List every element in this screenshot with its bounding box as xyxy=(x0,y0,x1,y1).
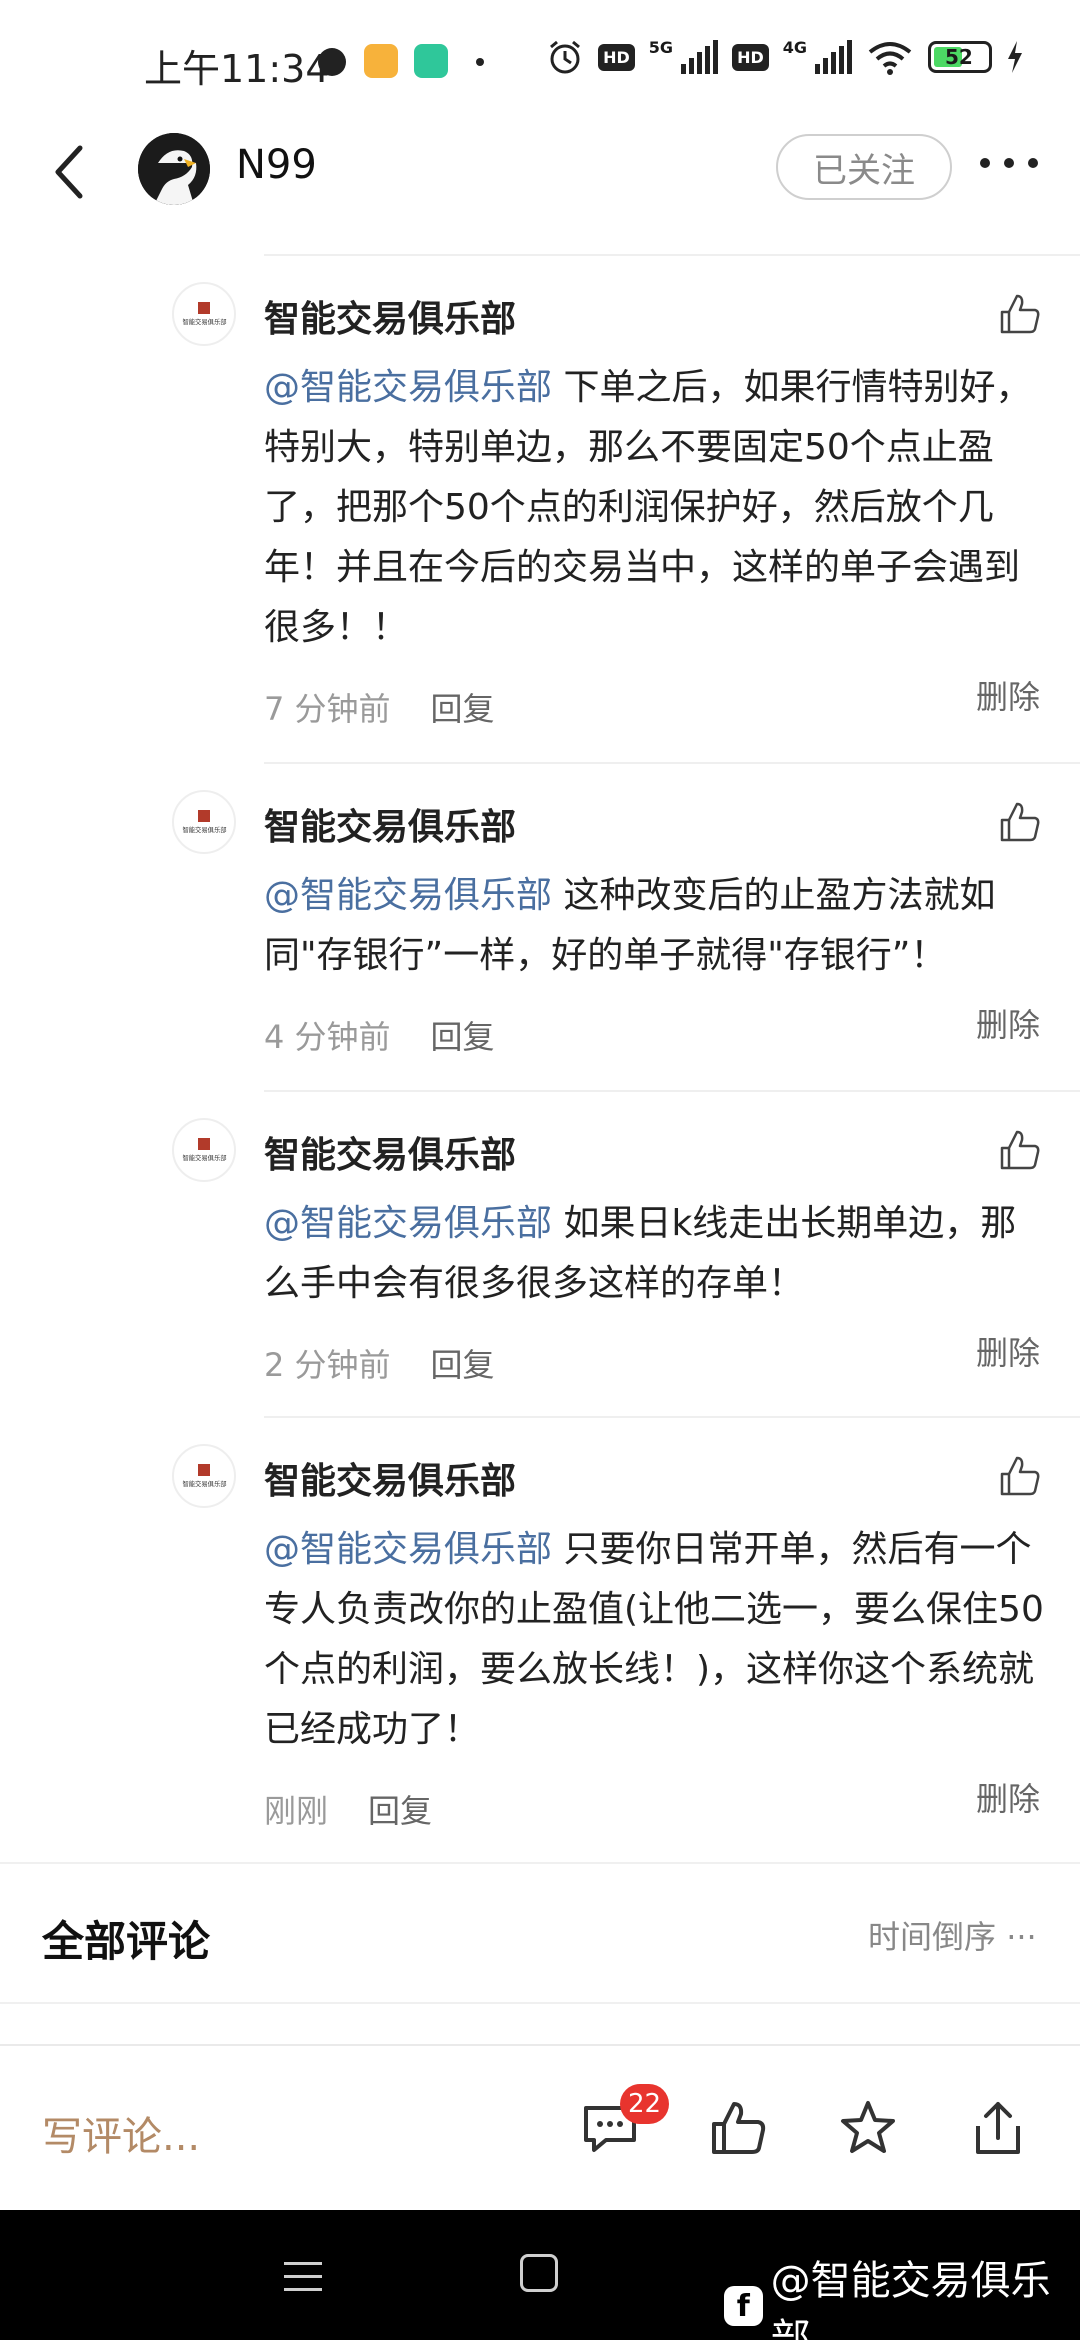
more-options-icon[interactable] xyxy=(980,158,1038,168)
delete-button[interactable]: 删除 xyxy=(976,1000,1040,1046)
reply-text: @智能交易俱乐部 如果日k线走出长期单边，那么手中会有很多很多这样的存单！ xyxy=(264,1194,1044,1314)
reply-time: 刚刚 xyxy=(264,1792,329,1830)
reply-meta: 7 分钟前 回复 xyxy=(264,684,495,730)
reply-button[interactable]: 回复 xyxy=(368,1786,432,1832)
system-nav-bar: f @智能交易俱乐部 xyxy=(0,2210,1080,2340)
avatar[interactable]: 智能交易俱乐部 xyxy=(172,1118,236,1182)
status-indicators: HD 5G HD 4G 52 xyxy=(546,38,1024,76)
star-icon[interactable] xyxy=(838,2098,898,2158)
status-bar: 上午11:34 HD 5G HD 4G 52 xyxy=(0,0,1080,128)
reply-button[interactable]: 回复 xyxy=(431,1012,495,1058)
avatar[interactable]: 智能交易俱乐部 xyxy=(172,1444,236,1508)
all-comments-title: 全部评论 xyxy=(42,1917,211,1966)
divider xyxy=(264,254,1080,256)
mention-link[interactable]: @智能交易俱乐部 xyxy=(264,367,552,408)
status-time: 上午11:34 xyxy=(144,47,330,91)
reply-content: 下单之后，如果行情特别好，特别大，特别单边，那么不要固定50个点止盈了，把那个5… xyxy=(264,367,1032,648)
delete-button[interactable]: 删除 xyxy=(976,672,1040,718)
battery-level: 52 xyxy=(945,45,973,69)
thumbs-up-icon[interactable] xyxy=(708,2098,768,2158)
sort-label: 时间倒序 xyxy=(868,1918,997,1956)
alarm-icon xyxy=(550,40,581,74)
reply-author[interactable]: 智能交易俱乐部 xyxy=(264,798,516,850)
dot-icon xyxy=(476,58,484,66)
avatar[interactable] xyxy=(138,133,210,205)
security-app-icon xyxy=(414,44,448,78)
hd-badge: HD xyxy=(598,43,635,71)
thumbs-up-icon[interactable] xyxy=(998,292,1042,336)
watermark: f @智能交易俱乐部 xyxy=(724,2248,1080,2340)
comment-count-badge: 22 xyxy=(620,2084,670,2124)
clock-app-icon xyxy=(318,48,346,76)
thumbs-up-icon[interactable] xyxy=(998,1454,1042,1498)
section-divider xyxy=(0,1862,1080,1864)
signal-icon xyxy=(815,40,852,74)
avatar[interactable]: 智能交易俱乐部 xyxy=(172,790,236,854)
network-label: 5G xyxy=(648,38,674,57)
hd-badge: HD xyxy=(732,43,769,71)
reply-time: 7 分钟前 xyxy=(264,690,391,728)
watermark-logo-icon: f xyxy=(724,2286,763,2326)
reply-time: 4 分钟前 xyxy=(264,1018,391,1056)
sort-order-button[interactable]: 时间倒序 ··· xyxy=(868,1912,1037,1958)
reply-meta: 刚刚 回复 xyxy=(264,1786,432,1832)
watermark-text: @智能交易俱乐部 xyxy=(770,2258,1051,2340)
reply-meta: 4 分钟前 回复 xyxy=(264,1012,495,1058)
section-divider xyxy=(0,2002,1080,2004)
bottom-action-bar: 写评论... 22 xyxy=(0,2044,1080,2210)
divider xyxy=(264,1416,1080,1418)
thumbs-up-icon[interactable] xyxy=(998,1128,1042,1172)
write-comment-input[interactable]: 写评论... xyxy=(42,2104,200,2162)
charging-icon xyxy=(1008,41,1022,73)
delete-button[interactable]: 删除 xyxy=(976,1774,1040,1820)
home-icon[interactable] xyxy=(520,2254,558,2292)
mention-link[interactable]: @智能交易俱乐部 xyxy=(264,875,552,916)
reply-time: 2 分钟前 xyxy=(264,1346,391,1384)
network-label: 4G xyxy=(782,38,807,57)
share-icon[interactable] xyxy=(968,2098,1028,2158)
reply-author[interactable]: 智能交易俱乐部 xyxy=(264,1452,516,1504)
divider xyxy=(264,1090,1080,1092)
reply-meta: 2 分钟前 回复 xyxy=(264,1340,495,1386)
mention-link[interactable]: @智能交易俱乐部 xyxy=(264,1529,552,1570)
reply-author[interactable]: 智能交易俱乐部 xyxy=(264,290,516,342)
notes-app-icon xyxy=(364,44,398,78)
mention-link[interactable]: @智能交易俱乐部 xyxy=(264,1203,552,1244)
recent-apps-icon[interactable] xyxy=(284,2262,322,2292)
ellipsis-icon: ··· xyxy=(996,1918,1037,1956)
delete-button[interactable]: 删除 xyxy=(976,1328,1040,1374)
reply-text: @智能交易俱乐部 下单之后，如果行情特别好，特别大，特别单边，那么不要固定50个… xyxy=(264,358,1044,658)
username[interactable]: N99 xyxy=(236,142,317,188)
wifi-icon xyxy=(868,42,912,75)
eagle-avatar-icon xyxy=(138,133,210,205)
reply-text: @智能交易俱乐部 这种改变后的止盈方法就如同"存银行”一样，好的单子就得"存银行… xyxy=(264,866,1044,986)
avatar[interactable]: 智能交易俱乐部 xyxy=(172,282,236,346)
reply-button[interactable]: 回复 xyxy=(431,1340,495,1386)
follow-button[interactable]: 已关注 xyxy=(776,134,952,200)
reply-author[interactable]: 智能交易俱乐部 xyxy=(264,1126,516,1178)
divider xyxy=(264,762,1080,764)
signal-icon xyxy=(681,40,719,74)
reply-text: @智能交易俱乐部 只要你日常开单，然后有一个专人负责改你的止盈值(让他二选一，要… xyxy=(264,1520,1044,1760)
battery-icon: 52 xyxy=(928,41,992,73)
thumbs-up-icon[interactable] xyxy=(998,800,1042,844)
reply-button[interactable]: 回复 xyxy=(431,684,495,730)
back-icon[interactable] xyxy=(50,142,90,202)
